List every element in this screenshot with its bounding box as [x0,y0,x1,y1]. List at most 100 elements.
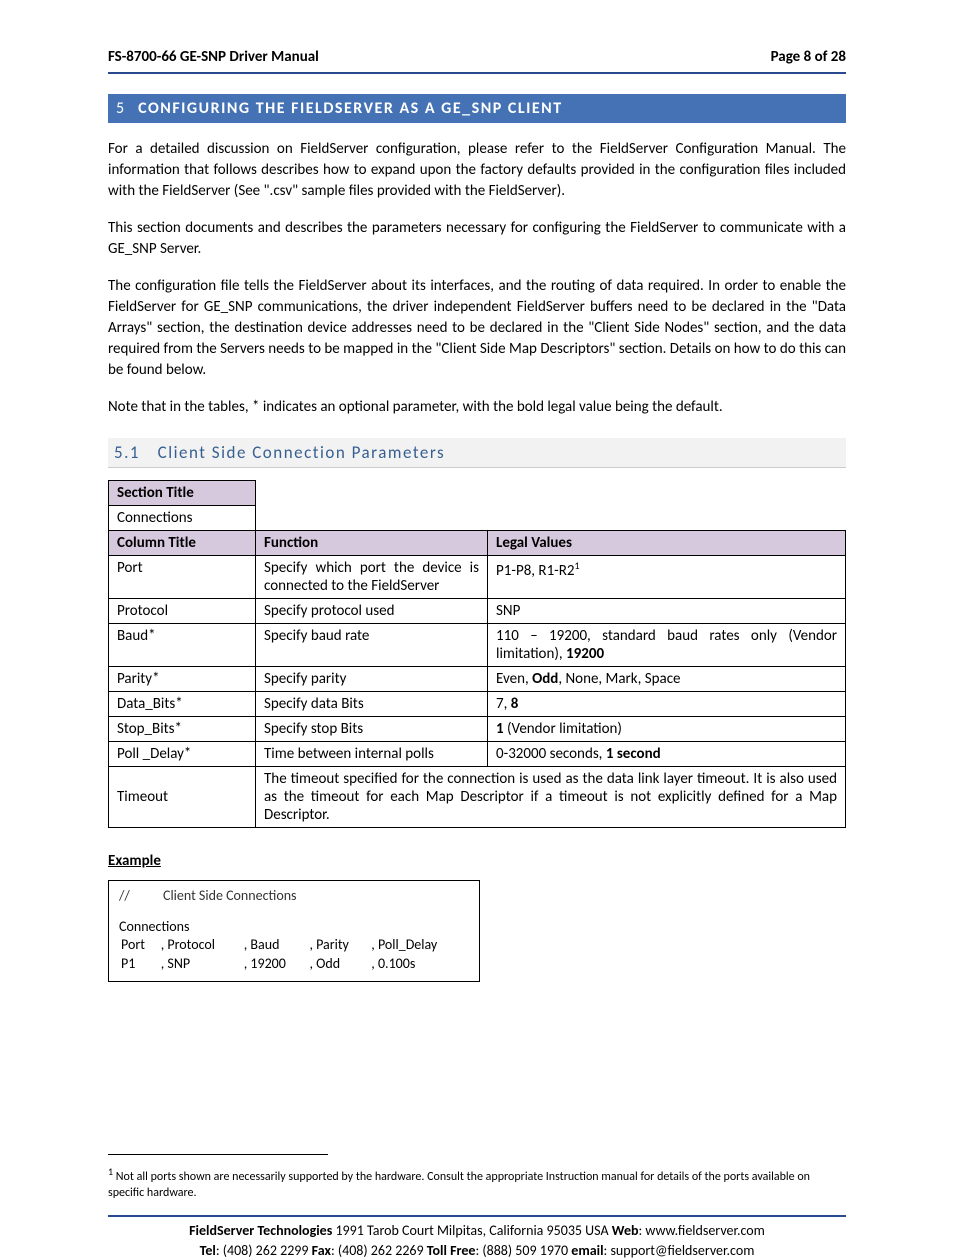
legal-text: 0-32000 seconds, [496,745,606,763]
col-header-function: Function [256,531,488,556]
page-header: FS-8700-66 GE-SNP Driver Manual Page 8 o… [108,48,846,74]
header-left: FS-8700-66 GE-SNP Driver Manual [108,48,319,66]
cell-column: Parity* [109,667,256,692]
cell-column: Baud* [109,624,256,667]
cell-timeout-text: The timeout specified for the connection… [256,767,846,828]
footer-email-label: email [571,1242,603,1259]
table-row: Stop_Bits* Specify stop Bits 1 (Vendor l… [109,717,846,742]
comment-text: Client Side Connections [133,887,297,904]
ex-cell: , Odd [307,954,369,973]
example-comment: // Client Side Connections [119,887,469,904]
cell-column: Protocol [109,599,256,624]
footer-company: FieldServer Technologies [189,1222,332,1239]
ex-cell: Port [119,935,159,954]
cell-function: Specify parity [256,667,488,692]
ex-cell: , 0.100s [369,954,469,973]
legal-text: P1-P8, R1-R2 [496,562,575,580]
table-row: Timeout The timeout specified for the co… [109,767,846,828]
footer-tel: : (408) 262 2299 [216,1242,312,1259]
legal-default: Odd [532,670,558,688]
footer-address: 1991 Tarob Court Milpitas, California 95… [332,1222,611,1239]
section-title-value: Connections [109,506,256,531]
cell-legal: 0-32000 seconds, 1 second [488,742,846,767]
footer-web-label: Web [612,1222,639,1239]
footer-web: : www.fieldserver.com [639,1222,765,1239]
footer-separator [108,1215,846,1217]
paragraph-2: This section documents and describes the… [108,218,846,260]
paragraph-1: For a detailed discussion on FieldServer… [108,139,846,202]
table-row: Parity* Specify parity Even, Odd, None, … [109,667,846,692]
table-row: Port , Protocol , Baud , Parity , Poll_D… [119,935,469,954]
table-row: Section Title [109,481,846,506]
subsection-5-1-heading: 5.1 Client Side Connection Parameters [108,438,846,468]
table-row: Port Specify which port the device is co… [109,556,846,599]
page-footer: FieldServer Technologies 1991 Tarob Cour… [108,1221,846,1260]
table-row: Baud* Specify baud rate 110 – 19200, sta… [109,624,846,667]
table-row: P1 , SNP , 19200 , Odd , 0.100s [119,954,469,973]
footer-tollfree: : (888) 509 1970 [475,1242,571,1259]
example-table: Port , Protocol , Baud , Parity , Poll_D… [119,935,469,973]
table-row: Protocol Specify protocol used SNP [109,599,846,624]
footer-line-2: Tel: (408) 262 2299 Fax: (408) 262 2269 … [108,1241,846,1260]
paragraph-3: The configuration file tells the FieldSe… [108,276,846,381]
legal-default: 19200 [566,645,604,663]
cell-legal: P1-P8, R1-R21 [488,556,846,599]
cell-legal: 110 – 19200, standard baud rates only (V… [488,624,846,667]
cell-column: Data_Bits* [109,692,256,717]
footer-line-1: FieldServer Technologies 1991 Tarob Cour… [108,1221,846,1241]
section-title-header: Section Title [109,481,256,506]
cell-column: Stop_Bits* [109,717,256,742]
example-heading: Example [108,852,846,870]
footnote-ref-icon: 1 [575,559,580,572]
cell-function: Specify data Bits [256,692,488,717]
footer-tel-label: Tel [200,1242,216,1259]
section-number: 5 [116,99,138,118]
cell-function: Specify baud rate [256,624,488,667]
footnote-separator [108,1154,328,1155]
legal-default: 8 [511,695,519,713]
ex-cell: , Protocol [159,935,242,954]
legal-default: 1 [496,720,504,738]
subsection-title: Client Side Connection Parameters [144,442,445,463]
col-header-legal: Legal Values [488,531,846,556]
footer-fax: : (408) 262 2269 [331,1242,427,1259]
cell-legal: 7, 8 [488,692,846,717]
table-header-row: Column Title Function Legal Values [109,531,846,556]
footer-tollfree-label: Toll Free [427,1242,476,1259]
ex-cell: , Poll_Delay [369,935,469,954]
ex-cell: P1 [119,954,159,973]
comment-slash: // [119,887,130,904]
cell-legal: SNP [488,599,846,624]
footnote-text: Not all ports shown are necessarily supp… [108,1170,810,1200]
section-title: CONFIGURING THE FIELDSERVER AS A GE_SNP … [138,99,563,118]
table-row: Data_Bits* Specify data Bits 7, 8 [109,692,846,717]
ex-cell: , Parity [307,935,369,954]
legal-text: , None, Mark, Space [558,670,680,688]
legal-text: 7, [496,695,511,713]
col-header-column: Column Title [109,531,256,556]
example-section-word: Connections [119,918,469,935]
legal-text: 110 – 19200, standard baud rates only (V… [496,627,837,663]
footer-email: : support@fieldserver.com [604,1242,755,1259]
ex-cell: , Baud [242,935,308,954]
paragraph-4: Note that in the tables, * indicates an … [108,397,846,418]
ex-cell: , SNP [159,954,242,973]
subsection-number: 5.1 [114,442,140,463]
connection-params-table: Section Title Connections Column Title F… [108,480,846,828]
cell-function: Specify protocol used [256,599,488,624]
cell-legal: 1 (Vendor limitation) [488,717,846,742]
table-row: Connections [109,506,846,531]
legal-text: Even, [496,670,532,688]
ex-cell: , 19200 [242,954,308,973]
legal-text: (Vendor limitation) [504,720,622,738]
cell-legal: Even, Odd, None, Mark, Space [488,667,846,692]
cell-function: Specify stop Bits [256,717,488,742]
legal-default: 1 second [606,745,661,763]
footer-fax-label: Fax [312,1242,331,1259]
cell-column: Port [109,556,256,599]
footnote-1: 1 Not all ports shown are necessarily su… [108,1165,846,1201]
cell-function: Specify which port the device is connect… [256,556,488,599]
example-box: // Client Side Connections Connections P… [108,880,480,982]
cell-column: Timeout [109,767,256,828]
cell-column: Poll _Delay* [109,742,256,767]
